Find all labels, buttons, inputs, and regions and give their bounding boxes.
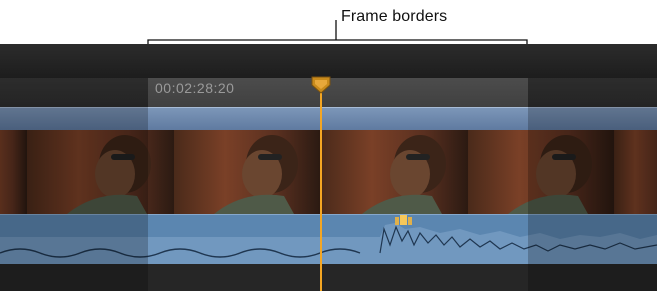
timeline-panel[interactable]: 00:02:28:20 [0, 44, 657, 291]
film-frame [320, 130, 470, 214]
timeline-header [0, 44, 657, 79]
audio-waveform[interactable] [0, 214, 657, 265]
audio-track-footer [0, 264, 657, 291]
film-frame [0, 130, 29, 214]
film-frame [27, 130, 176, 214]
video-filmstrip[interactable] [0, 130, 657, 214]
film-frame [174, 130, 322, 214]
clip-title-bar[interactable] [0, 107, 657, 131]
frame-borders-bracket [147, 20, 528, 46]
playhead-handle-icon[interactable] [311, 76, 331, 94]
playhead-line[interactable] [320, 78, 322, 291]
timecode-display: 00:02:28:20 [155, 80, 235, 96]
film-frame [468, 130, 616, 214]
film-frame [614, 130, 657, 214]
marker-icon[interactable] [395, 215, 413, 225]
